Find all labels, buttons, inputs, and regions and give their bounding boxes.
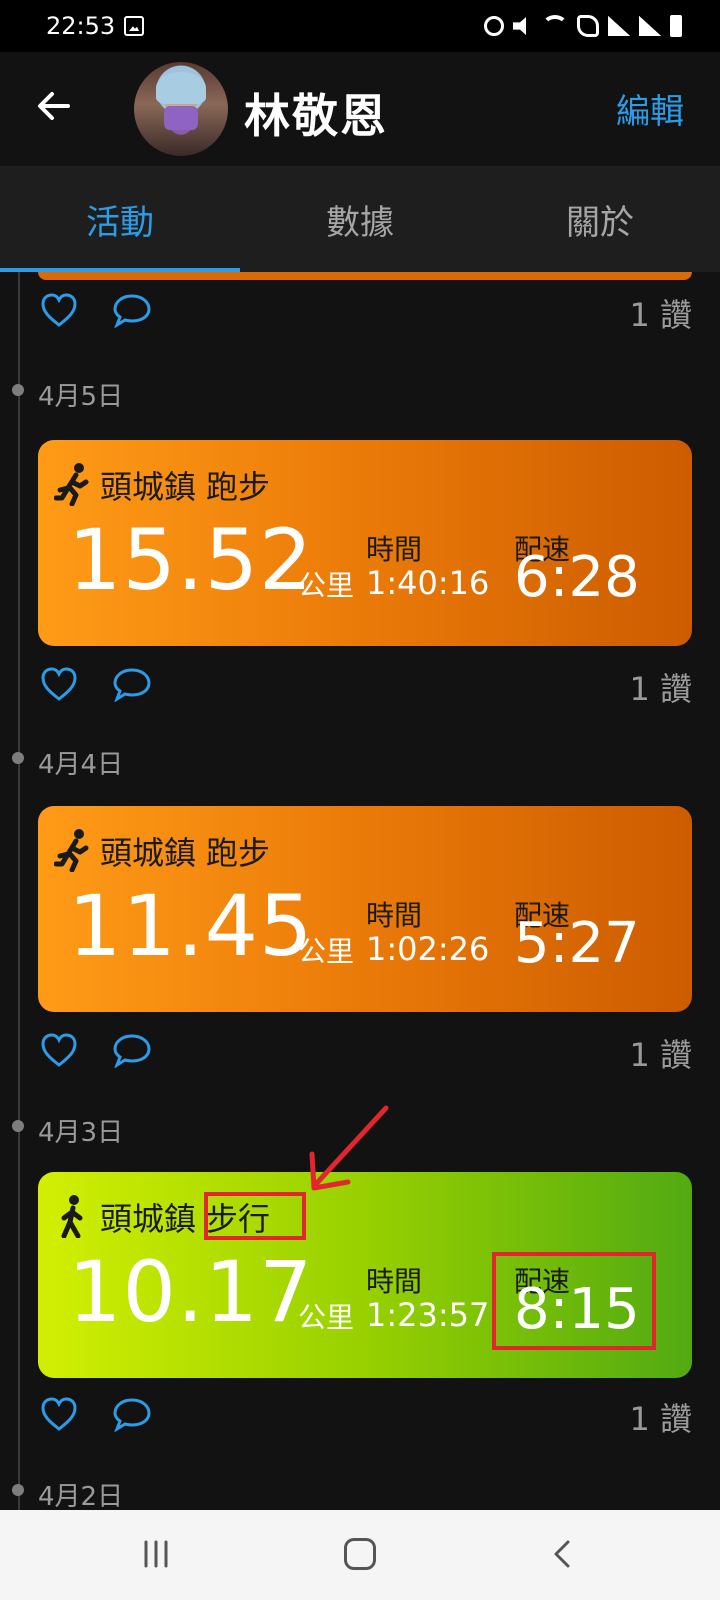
profile-name: 林敬恩 [244, 89, 388, 143]
alarm-icon [484, 16, 504, 36]
action-row: 1 讚 [38, 286, 692, 336]
date-label: 4月2日 [38, 1482, 124, 1512]
battery-icon [670, 15, 682, 37]
distance-value: 10.17 [68, 1243, 314, 1341]
time-value: 1:02:26 [366, 930, 490, 968]
activity-card[interactable]: 頭城鎮 跑步 11.45 公里 時間 1:02:26 配速 5:27 [38, 806, 692, 1012]
edit-button[interactable]: 編輯 [616, 84, 684, 133]
timeline-line [18, 272, 20, 1510]
like-heart-icon[interactable] [40, 1396, 78, 1432]
activity-card[interactable]: 頭城鎮 跑步 15.52 公里 時間 1:40:16 配速 6:28 [38, 440, 692, 646]
avatar[interactable] [134, 62, 228, 156]
like-count[interactable]: 1 讚 [629, 1030, 692, 1076]
nav-back-icon[interactable] [548, 1538, 576, 1570]
timeline-dot [12, 384, 24, 396]
time-label: 時間 [366, 1265, 423, 1298]
photo-notification-icon [124, 16, 144, 36]
date-label: 4月3日 [38, 1118, 124, 1148]
activity-title: 頭城鎮 跑步 [100, 462, 270, 508]
mute-icon [513, 17, 526, 35]
back-arrow-icon[interactable] [36, 88, 72, 124]
date-label: 4月4日 [38, 750, 124, 780]
timeline-dot [12, 752, 24, 764]
status-icons [484, 12, 682, 40]
tab-about[interactable]: 關於 [480, 166, 720, 272]
activity-title: 頭城鎮 跑步 [100, 828, 270, 874]
status-time: 22:53 [46, 12, 116, 40]
comment-icon[interactable] [112, 666, 152, 702]
status-bar: 22:53 [0, 0, 720, 52]
pace-value: 6:28 [514, 545, 640, 610]
system-nav-bar [0, 1510, 720, 1600]
running-icon [54, 463, 89, 506]
date-label: 4月5日 [38, 382, 124, 412]
home-icon[interactable] [344, 1538, 376, 1570]
action-row: 1 讚 [38, 1026, 692, 1076]
like-count[interactable]: 1 讚 [629, 1394, 692, 1440]
like-heart-icon[interactable] [40, 1032, 78, 1068]
like-heart-icon[interactable] [40, 292, 78, 328]
profile-header: 林敬恩 編輯 [0, 52, 720, 166]
distance-value: 11.45 [68, 877, 314, 975]
timeline-dot [12, 1484, 24, 1496]
signal-icon [639, 16, 661, 36]
tab-stats[interactable]: 數據 [240, 166, 480, 272]
wifi-calling-icon [577, 15, 599, 37]
like-heart-icon[interactable] [40, 666, 78, 702]
annotation-arrow-icon [309, 1105, 389, 1191]
distance-unit: 公里 [298, 935, 355, 968]
tab-bar: 活動 數據 關於 [0, 166, 720, 272]
distance-value: 15.52 [68, 511, 314, 609]
distance-unit: 公里 [298, 569, 355, 602]
annotation-highlight-walk-type [204, 1192, 306, 1240]
comment-icon[interactable] [112, 1396, 152, 1432]
wifi-icon [542, 15, 568, 37]
distance-unit: 公里 [298, 1301, 355, 1334]
comment-icon[interactable] [112, 1032, 152, 1068]
recent-apps-icon[interactable] [140, 1540, 172, 1568]
activity-type: 跑步 [206, 834, 271, 872]
time-value: 1:40:16 [366, 564, 490, 602]
running-icon [54, 829, 89, 872]
time-value: 1:23:57 [366, 1296, 490, 1334]
pace-value: 5:27 [514, 911, 640, 976]
timeline-dot [12, 1120, 24, 1132]
activity-type: 跑步 [206, 468, 271, 506]
like-count[interactable]: 1 讚 [629, 664, 692, 710]
comment-icon[interactable] [112, 292, 152, 328]
walking-icon [61, 1195, 83, 1238]
tab-activities[interactable]: 活動 [0, 166, 240, 272]
signal-icon [608, 16, 630, 36]
like-count[interactable]: 1 讚 [629, 290, 692, 336]
time-label: 時間 [366, 533, 423, 566]
action-row: 1 讚 [38, 660, 692, 710]
activity-location: 頭城鎮 [100, 834, 197, 872]
activity-location: 頭城鎮 [100, 1200, 197, 1238]
activity-location: 頭城鎮 [100, 468, 197, 506]
time-label: 時間 [366, 899, 423, 932]
previous-activity-card[interactable] [38, 272, 692, 280]
action-row: 1 讚 [38, 1390, 692, 1440]
annotation-highlight-pace [492, 1252, 656, 1350]
